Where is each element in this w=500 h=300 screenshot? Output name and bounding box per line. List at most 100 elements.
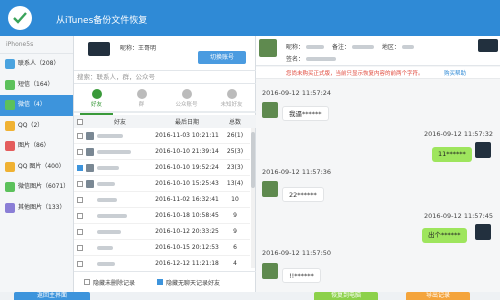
row-total: 26(1) <box>226 132 244 139</box>
sidebar-item-photos[interactable]: 图片（86） <box>0 136 73 157</box>
sidebar-item-qq[interactable]: QQ（2） <box>0 116 73 137</box>
redacted-name <box>97 165 119 170</box>
tab-groups[interactable]: 群 <box>119 85 164 113</box>
account-nickname: 昵称：王哥明 <box>120 45 157 52</box>
redacted-nickname <box>306 45 325 49</box>
column-friend: 好友 <box>113 119 126 126</box>
row-total: 23(3) <box>226 164 244 171</box>
public-account-icon <box>181 89 192 99</box>
message-time: 2016-09-12 11:57:36 <box>262 168 332 176</box>
message-bubble: 11****** <box>432 147 472 162</box>
hide-undeleted-option[interactable]: 隐藏未删除记录 <box>84 278 135 287</box>
table-row[interactable]: 2016-12-12 11:21:18 4 <box>74 256 250 272</box>
scrollbar[interactable] <box>251 128 255 268</box>
tab-friends[interactable]: 好友 <box>74 85 119 115</box>
table-row[interactable]: 2016-11-03 10:21:11 26(1) <box>74 128 250 144</box>
message-time: 2016-09-12 11:57:24 <box>262 89 332 97</box>
row-total: 9 <box>233 228 237 235</box>
contact-avatar <box>259 39 277 57</box>
row-total: 4 <box>233 260 237 267</box>
sidebar-item-label: 其他图片（133） <box>18 203 66 211</box>
my-avatar <box>475 224 491 240</box>
message-bubble: 出个****** <box>422 228 467 243</box>
redacted-note <box>351 45 374 49</box>
unknown-friend-icon <box>226 89 237 99</box>
sidebar-item-qq-photos[interactable]: QQ 图片（400） <box>0 157 73 178</box>
row-checkbox[interactable] <box>77 212 83 219</box>
qq-photos-icon <box>5 161 15 172</box>
hide-no-chat-checkbox[interactable] <box>157 279 164 285</box>
sidebar-item-wechat[interactable]: 微信（4） <box>0 95 73 116</box>
sidebar-item-label: 图片（86） <box>18 142 50 149</box>
redacted-name <box>97 245 113 250</box>
area-label: 地区： <box>381 44 400 51</box>
tab-label: 群 <box>138 102 145 108</box>
nickname-label: 昵称： <box>286 44 305 51</box>
trial-notice-text: 您尚未购买正式版，当前只显示恢复内容的前两个字符。 <box>286 71 424 77</box>
table-row[interactable]: 2016-10-10 21:39:14 25(3) <box>74 144 250 160</box>
export-records-button[interactable]: 导出记录 <box>406 292 470 300</box>
note-label: 备注： <box>331 44 350 51</box>
recover-to-computer-button[interactable]: 恢复到电脑 <box>314 292 378 300</box>
chat-header: 昵称： 备注： 地区： 签名： <box>256 36 500 66</box>
row-checkbox[interactable] <box>77 180 83 187</box>
row-checkbox[interactable] <box>77 148 83 155</box>
phone-icon <box>478 39 498 52</box>
row-total: 25(3) <box>226 148 244 155</box>
tab-label: 好友 <box>90 102 102 108</box>
switch-account-button[interactable]: 切换账号 <box>198 51 246 64</box>
hide-no-chat-option[interactable]: 隐藏无聊天记录好友 <box>157 278 220 287</box>
row-total: 9 <box>233 212 237 219</box>
avatar <box>86 147 94 156</box>
sidebar-item-label: QQ 图片（400） <box>18 162 65 170</box>
photos-icon <box>5 141 15 152</box>
phone-icon <box>88 42 110 56</box>
sidebar-item-contacts[interactable]: 联系人（208） <box>0 54 73 75</box>
table-row[interactable]: 2016-11-02 16:32:41 10 <box>74 192 250 208</box>
avatar <box>86 163 94 172</box>
window-title: 从iTunes备份文件恢复 <box>56 16 148 26</box>
row-total: 6 <box>233 244 237 251</box>
back-to-main-button[interactable]: 返回主界面 <box>14 292 90 300</box>
table-row[interactable]: 2016-10-15 20:12:53 6 <box>74 240 250 256</box>
redacted-name <box>97 149 131 154</box>
table-row[interactable]: 2016-10-12 20:33:25 9 <box>74 224 250 240</box>
wechat-photos-icon <box>5 182 15 193</box>
row-checkbox[interactable] <box>77 164 83 171</box>
tab-public-accounts[interactable]: 公众账号 <box>164 85 209 113</box>
friend-table: 2016-11-03 10:21:11 26(1) 2016-10-10 21:3… <box>74 128 250 272</box>
row-checkbox[interactable] <box>77 132 83 139</box>
search-input[interactable]: 搜索：联系人，群，公众号 <box>74 70 256 84</box>
group-icon <box>136 89 147 99</box>
sms-icon <box>5 79 15 90</box>
friend-avatar <box>262 263 278 279</box>
chat-panel: 昵称： 备注： 地区： 签名： 您尚未购买正式版，当前只显示恢复内容的前两个字符… <box>256 36 500 292</box>
table-row[interactable]: 2016-10-18 10:58:45 9 <box>74 208 250 224</box>
sidebar-item-other-photos[interactable]: 其他图片（133） <box>0 198 73 219</box>
row-checkbox[interactable] <box>77 260 83 267</box>
wechat-icon <box>5 100 15 111</box>
message-time: 2016-09-12 11:57:50 <box>262 249 332 257</box>
select-all-checkbox[interactable] <box>77 118 83 125</box>
table-row[interactable]: 2016-10-10 19:52:24 23(3) <box>74 160 250 176</box>
sidebar-item-sms[interactable]: 短信（164） <box>0 75 73 96</box>
row-checkbox[interactable] <box>77 228 83 235</box>
tab-unknown-friends[interactable]: 未知好友 <box>209 85 254 113</box>
friend-avatar <box>262 181 278 197</box>
redacted-name <box>97 261 115 266</box>
tab-label: 未知好友 <box>220 102 243 108</box>
scrollbar-thumb[interactable] <box>251 132 255 188</box>
row-checkbox[interactable] <box>77 196 83 203</box>
table-row[interactable]: 2016-10-10 15:25:43 13(4) <box>74 176 250 192</box>
contact-signature: 签名： <box>286 54 337 63</box>
hide-undeleted-checkbox[interactable] <box>84 279 90 285</box>
other-photos-icon <box>5 202 15 213</box>
column-last-date: 最后日期 <box>174 119 199 126</box>
redacted-name <box>97 213 127 218</box>
row-checkbox[interactable] <box>77 244 83 251</box>
checkmark-icon <box>13 12 27 24</box>
sidebar-item-label: 短信（164） <box>18 80 54 88</box>
purchase-help-link[interactable]: 购买帮助 <box>444 69 466 77</box>
sidebar-item-label: 微信（4） <box>18 101 46 108</box>
sidebar-item-wechat-photos[interactable]: 微信图片（6071） <box>0 177 73 198</box>
